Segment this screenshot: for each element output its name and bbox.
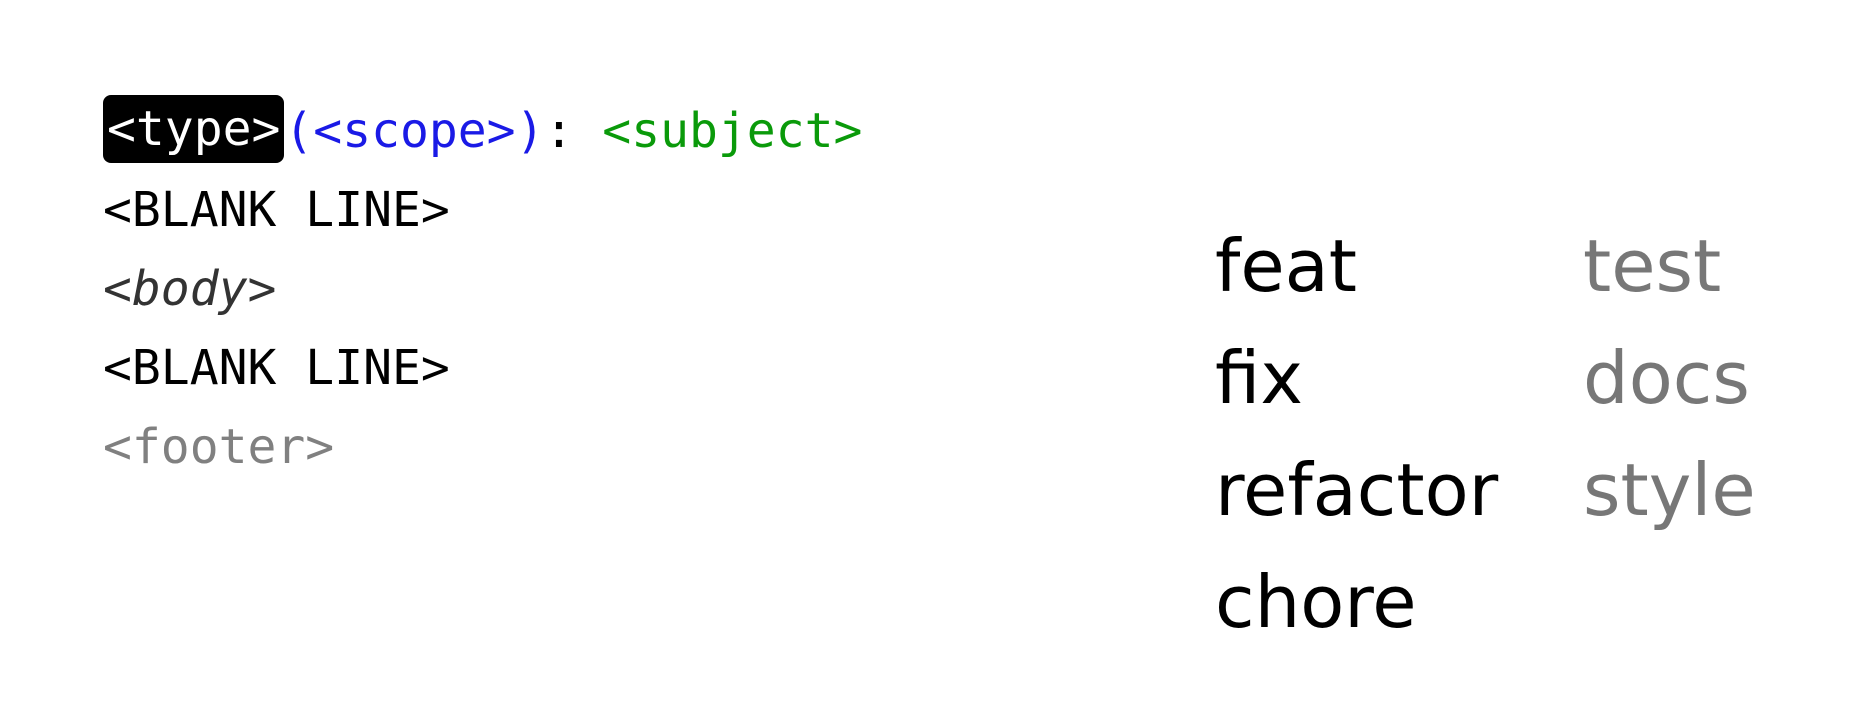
colon-separator: :	[544, 103, 574, 159]
blank-line-1: <BLANK LINE>	[103, 182, 450, 238]
type-test: test	[1583, 224, 1722, 308]
type-docs: docs	[1583, 336, 1750, 420]
type-feat: feat	[1215, 224, 1357, 308]
type-placeholder: <type>	[103, 95, 285, 163]
subject-placeholder: <subject>	[602, 103, 863, 159]
blank-line-2: <BLANK LINE>	[103, 340, 450, 396]
type-chore: chore	[1215, 560, 1417, 644]
footer-placeholder: <footer>	[103, 419, 335, 475]
commit-message-format: <type>(<scope>): <subject> <BLANK LINE> …	[103, 92, 862, 487]
header-line: <type>(<scope>): <subject>	[103, 92, 862, 171]
body-placeholder: <body>	[103, 261, 277, 317]
type-refactor: refactor	[1215, 448, 1499, 532]
type-fix: fix	[1215, 336, 1303, 420]
scope-placeholder: (<scope>)	[284, 103, 545, 159]
commit-types-list: feat test fix docs refactor style chore	[1215, 210, 1803, 658]
type-style: style	[1583, 448, 1756, 532]
